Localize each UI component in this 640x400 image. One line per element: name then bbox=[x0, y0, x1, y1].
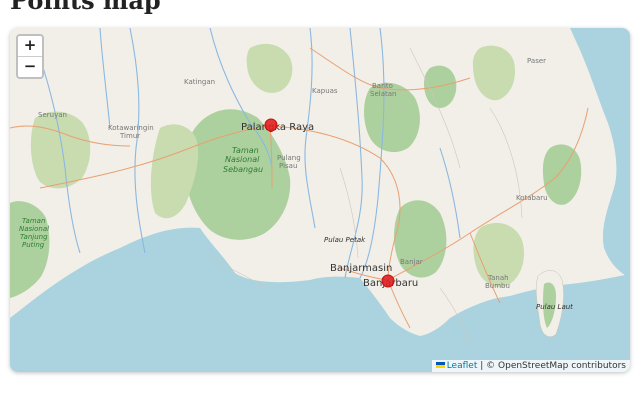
label-pulang: Pulang bbox=[277, 154, 301, 162]
seruyan-forest bbox=[30, 111, 91, 189]
label-sebangau-3: Sebangau bbox=[223, 165, 263, 174]
label-sebangau-2: Nasional bbox=[225, 155, 260, 164]
label-tanjung-1: Taman bbox=[22, 217, 45, 225]
label-pulang-pisau: Pisau bbox=[279, 162, 297, 170]
osm-attribution-text: © OpenStreetMap contributors bbox=[486, 361, 626, 371]
label-tanjung-4: Puting bbox=[22, 241, 45, 249]
label-banjarmasin: Banjarmasin bbox=[330, 263, 392, 274]
label-kotawaringin-timur: Timur bbox=[119, 132, 140, 140]
label-palangka-raya: Palangka Raya bbox=[241, 122, 314, 133]
ukraine-flag-icon bbox=[435, 362, 445, 368]
label-sebangau-1: Taman bbox=[232, 146, 259, 155]
label-pulau-petak: Pulau Petak bbox=[324, 236, 366, 244]
label-barito: Barito bbox=[372, 82, 393, 90]
label-seruyan: Seruyan bbox=[38, 111, 67, 119]
map-tiles[interactable]: Palangka Raya Banjarmasin Banjarbaru Kap… bbox=[10, 28, 630, 372]
attribution-separator: | bbox=[480, 361, 484, 371]
label-katingan: Katingan bbox=[184, 78, 215, 86]
label-tanjung-3: Tanjung bbox=[20, 233, 48, 241]
marker-banjarbaru[interactable] bbox=[381, 274, 395, 288]
zoom-control: + − bbox=[16, 34, 44, 79]
label-banjar: Banjar bbox=[400, 258, 423, 266]
label-kotabaru: Kotabaru bbox=[516, 194, 548, 202]
zoom-in-button[interactable]: + bbox=[18, 36, 42, 56]
label-pulau-laut: Pulau Laut bbox=[536, 303, 573, 311]
label-tanjung-2: Nasional bbox=[19, 225, 49, 233]
label-paser: Paser bbox=[527, 57, 546, 65]
label-barito-selatan: Selatan bbox=[370, 90, 396, 98]
map-container[interactable]: Palangka Raya Banjarmasin Banjarbaru Kap… bbox=[10, 28, 630, 372]
leaflet-link[interactable]: Leaflet bbox=[447, 361, 478, 371]
map-attribution: Leaflet | © OpenStreetMap contributors bbox=[431, 360, 630, 372]
label-kotawaringin: Kotawaringin bbox=[108, 124, 154, 132]
label-tanah: Tanah bbox=[487, 274, 509, 282]
label-kapuas: Kapuas bbox=[312, 87, 338, 95]
label-tanah-bumbu: Bumbu bbox=[485, 282, 510, 290]
zoom-out-button[interactable]: − bbox=[18, 56, 42, 77]
marker-palangka-raya[interactable] bbox=[264, 118, 278, 132]
page-title: Points map bbox=[10, 0, 161, 15]
